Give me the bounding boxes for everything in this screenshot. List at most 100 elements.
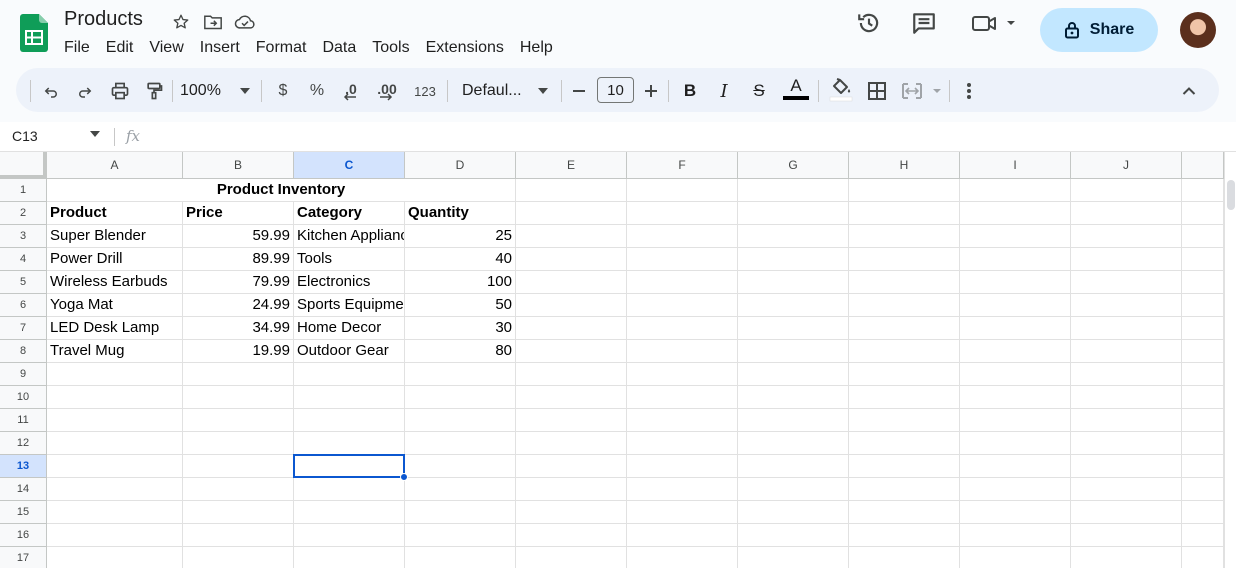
cell[interactable]: [183, 478, 294, 501]
cell[interactable]: [1182, 386, 1224, 409]
cell[interactable]: [405, 524, 516, 547]
cell[interactable]: [516, 524, 627, 547]
vertical-scrollbar[interactable]: [1224, 152, 1236, 568]
cell[interactable]: [960, 294, 1071, 317]
more-options-icon[interactable]: [958, 78, 980, 104]
cell[interactable]: [1071, 501, 1182, 524]
cell[interactable]: [516, 409, 627, 432]
menu-tools[interactable]: Tools: [364, 37, 417, 59]
cell[interactable]: [1182, 248, 1224, 271]
data-cell[interactable]: 59.99: [183, 225, 294, 248]
cell[interactable]: [738, 524, 849, 547]
redo-icon[interactable]: [72, 78, 98, 104]
select-all-corner[interactable]: [0, 152, 47, 179]
column-label-cell[interactable]: Quantity: [405, 202, 516, 225]
merge-cells-icon[interactable]: [900, 78, 944, 104]
cell[interactable]: [738, 501, 849, 524]
spreadsheet-grid[interactable]: A B C D E F G H I J 1 2 Product Price Category Quantity…: [0, 152, 1224, 568]
cell[interactable]: [516, 501, 627, 524]
meet-video-icon[interactable]: [968, 8, 1018, 38]
fill-color-icon[interactable]: [827, 76, 855, 102]
cell[interactable]: [47, 386, 183, 409]
font-family-select[interactable]: Defaul...: [462, 78, 548, 104]
data-cell[interactable]: 34.99: [183, 317, 294, 340]
cell[interactable]: [627, 478, 738, 501]
cell[interactable]: [294, 363, 405, 386]
column-label-cell[interactable]: Price: [183, 202, 294, 225]
data-cell[interactable]: Kitchen Appliances: [294, 225, 405, 248]
cell[interactable]: [849, 432, 960, 455]
cell[interactable]: [516, 363, 627, 386]
cell[interactable]: [47, 524, 183, 547]
data-cell[interactable]: 100: [405, 271, 516, 294]
cell[interactable]: [1182, 409, 1224, 432]
cell[interactable]: [516, 179, 627, 202]
cell[interactable]: [516, 432, 627, 455]
cell[interactable]: [1182, 524, 1224, 547]
paint-format-icon[interactable]: [141, 78, 167, 104]
data-cell[interactable]: 80: [405, 340, 516, 363]
cell[interactable]: [1071, 478, 1182, 501]
cell[interactable]: [47, 432, 183, 455]
format-currency-button[interactable]: $: [270, 78, 296, 104]
cell[interactable]: [183, 455, 294, 478]
italic-button[interactable]: I: [711, 78, 737, 104]
cell[interactable]: [1071, 455, 1182, 478]
cell[interactable]: [627, 202, 738, 225]
cell[interactable]: [183, 501, 294, 524]
cell[interactable]: [849, 202, 960, 225]
cloud-saved-icon[interactable]: [234, 11, 256, 33]
cell[interactable]: [47, 501, 183, 524]
cell[interactable]: [1182, 547, 1224, 568]
chevron-down-icon[interactable]: [90, 131, 100, 137]
cell[interactable]: [1182, 317, 1224, 340]
data-cell[interactable]: 40: [405, 248, 516, 271]
column-label-cell[interactable]: Product: [47, 202, 183, 225]
cell[interactable]: [1071, 294, 1182, 317]
cell[interactable]: [738, 271, 849, 294]
data-cell[interactable]: Electronics: [294, 271, 405, 294]
share-button[interactable]: Share: [1040, 8, 1158, 52]
cell[interactable]: [183, 409, 294, 432]
cell[interactable]: [960, 271, 1071, 294]
data-cell[interactable]: LED Desk Lamp: [47, 317, 183, 340]
undo-icon[interactable]: [38, 78, 64, 104]
data-cell[interactable]: 25: [405, 225, 516, 248]
data-cell[interactable]: 79.99: [183, 271, 294, 294]
cell[interactable]: [960, 386, 1071, 409]
cell[interactable]: [1182, 294, 1224, 317]
column-header-b[interactable]: B: [183, 152, 294, 179]
column-header-c[interactable]: C: [294, 152, 405, 179]
data-cell[interactable]: Home Decor: [294, 317, 405, 340]
data-cell[interactable]: 19.99: [183, 340, 294, 363]
row-header-6[interactable]: 6: [0, 294, 47, 317]
cell[interactable]: [1071, 432, 1182, 455]
column-header-j[interactable]: J: [1071, 152, 1182, 179]
cell[interactable]: [627, 409, 738, 432]
cell[interactable]: [1182, 501, 1224, 524]
column-header-i[interactable]: I: [960, 152, 1071, 179]
cell[interactable]: [627, 547, 738, 568]
column-header-partial[interactable]: [1182, 152, 1224, 179]
cell[interactable]: [960, 409, 1071, 432]
cell[interactable]: [627, 340, 738, 363]
cell[interactable]: [294, 547, 405, 568]
data-cell[interactable]: Power Drill: [47, 248, 183, 271]
cell[interactable]: [516, 248, 627, 271]
cell[interactable]: [405, 455, 516, 478]
cell[interactable]: [47, 547, 183, 568]
cell[interactable]: [1182, 271, 1224, 294]
cell[interactable]: [738, 547, 849, 568]
row-header-1[interactable]: 1: [0, 179, 47, 202]
sheets-logo-icon[interactable]: [20, 14, 48, 52]
cell[interactable]: [1182, 225, 1224, 248]
cell[interactable]: [627, 179, 738, 202]
cell[interactable]: [849, 478, 960, 501]
cell[interactable]: [627, 248, 738, 271]
collapse-toolbar-icon[interactable]: [1176, 78, 1202, 104]
avatar[interactable]: [1180, 12, 1216, 48]
cell[interactable]: [47, 478, 183, 501]
menu-insert[interactable]: Insert: [192, 37, 248, 59]
cell[interactable]: [849, 547, 960, 568]
cell[interactable]: [47, 363, 183, 386]
